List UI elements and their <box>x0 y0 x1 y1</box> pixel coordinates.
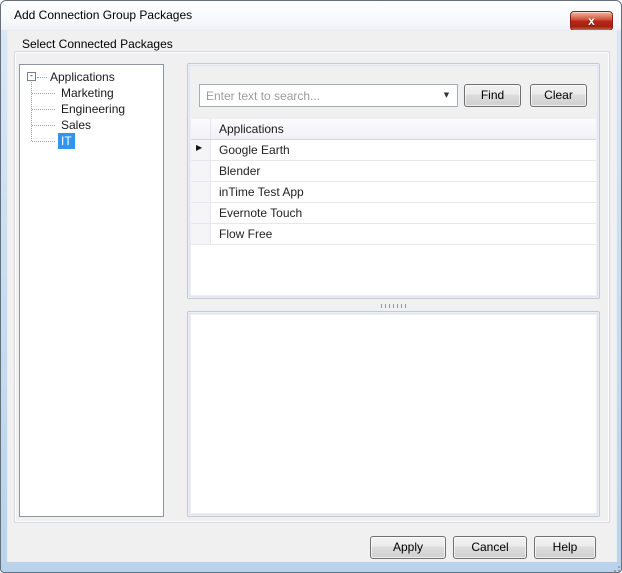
row-indicator-cell <box>191 182 211 202</box>
help-button[interactable]: Help <box>534 536 596 559</box>
grid-cell: inTime Test App <box>219 185 304 199</box>
grid-cell: Flow Free <box>219 227 273 241</box>
dialog-window: Add Connection Group Packages x Select C… <box>0 0 622 573</box>
splitter-grip-icon <box>380 304 407 308</box>
resize-grip[interactable] <box>608 564 610 566</box>
title-bar[interactable]: Add Connection Group Packages x <box>1 1 621 31</box>
groupbox-label: Select Connected Packages <box>18 37 177 51</box>
tree-item-label: Applications <box>50 70 115 84</box>
grid-indicator-header <box>191 119 211 139</box>
cancel-button[interactable]: Cancel <box>453 536 527 559</box>
close-button[interactable]: x <box>570 11 613 31</box>
grid-cell: Google Earth <box>219 143 290 157</box>
package-list-panel: ▼ Find Clear Applications ▶ Google Earth <box>187 63 600 299</box>
search-combo: ▼ <box>199 84 458 107</box>
tree-item-label: Marketing <box>61 86 114 100</box>
collapse-icon[interactable]: - <box>27 72 36 81</box>
grid-row-flow-free[interactable]: Flow Free <box>191 224 596 245</box>
panel-splitter[interactable] <box>187 301 600 310</box>
search-input[interactable] <box>200 85 438 106</box>
grid-cell: Blender <box>219 164 261 178</box>
selected-packages-panel <box>187 311 600 517</box>
find-button[interactable]: Find <box>464 84 521 107</box>
tree-stub <box>32 109 55 110</box>
tree-item-label-selected: IT <box>58 133 75 149</box>
tree-item-label: Sales <box>61 118 92 132</box>
tree-stub <box>32 93 55 94</box>
tree-view: - Applications Marketing Engineering Sal… <box>20 65 163 516</box>
tree-stub <box>32 141 55 142</box>
applications-grid: Applications ▶ Google Earth Blender inTi… <box>191 119 596 295</box>
grid-column-header-applications[interactable]: Applications <box>211 119 596 139</box>
clear-button[interactable]: Clear <box>530 84 587 107</box>
window-title: Add Connection Group Packages <box>14 8 193 22</box>
tree-stub <box>32 125 55 126</box>
dialog-body: Select Connected Packages - Applications… <box>7 30 617 562</box>
row-indicator-cell <box>191 203 211 223</box>
grid-header-row: Applications <box>191 119 596 140</box>
close-icon: x <box>588 14 595 28</box>
row-indicator-cell <box>191 224 211 244</box>
row-indicator-cell <box>191 161 211 181</box>
grid-row-blender[interactable]: Blender <box>191 161 596 182</box>
grid-row-evernote-touch[interactable]: Evernote Touch <box>191 203 596 224</box>
grid-cell: Evernote Touch <box>219 206 303 220</box>
package-tree-panel: - Applications Marketing Engineering Sal… <box>19 64 164 517</box>
chevron-down-icon[interactable]: ▼ <box>438 85 455 106</box>
tree-item-label: Engineering <box>61 102 126 116</box>
row-indicator-cell: ▶ <box>191 140 211 160</box>
apply-button[interactable]: Apply <box>370 536 446 559</box>
tree-stub <box>37 77 47 78</box>
grid-row-intime-test-app[interactable]: inTime Test App <box>191 182 596 203</box>
grid-row-google-earth[interactable]: ▶ Google Earth <box>191 140 596 161</box>
tree-connector-line <box>31 82 32 141</box>
current-row-icon: ▶ <box>196 143 203 152</box>
